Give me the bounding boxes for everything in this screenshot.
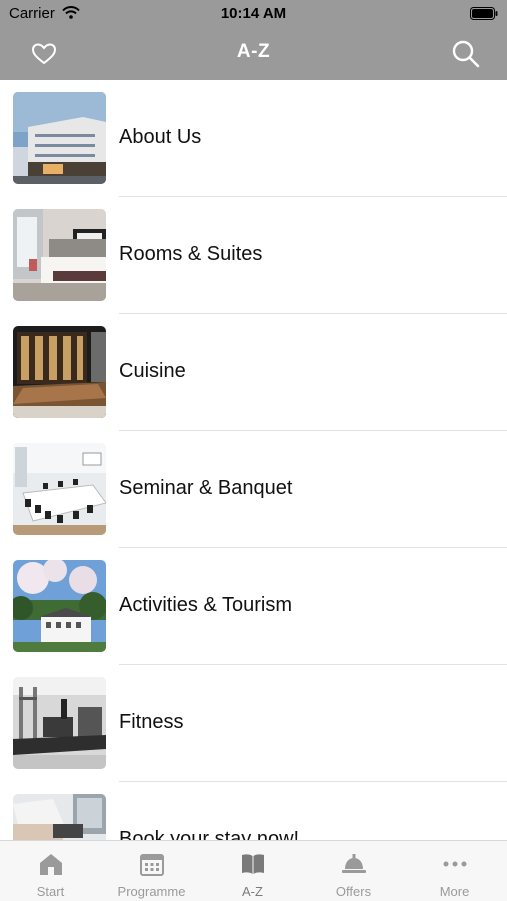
tab-offers[interactable]: Offers [303, 841, 404, 901]
hotel-exterior-image [13, 92, 106, 184]
list-item-seminar-banquet[interactable]: Seminar & Banquet [0, 431, 507, 548]
list-item-about-us[interactable]: About Us [0, 80, 507, 197]
tab-label: A-Z [242, 884, 263, 899]
conference-room-image [13, 443, 106, 535]
booking-image [13, 794, 106, 840]
tab-more[interactable]: More [404, 841, 505, 901]
tab-label: More [439, 884, 470, 899]
restaurant-image [13, 326, 106, 418]
list-item-activities-tourism[interactable]: Activities & Tourism [0, 548, 507, 665]
clock: 10:14 AM [220, 5, 287, 22]
list-item-cuisine[interactable]: Cuisine [0, 314, 507, 431]
list-item-label: Rooms & Suites [119, 243, 263, 265]
tab-a-z[interactable]: A-Z [202, 841, 303, 901]
az-list: About Us Rooms & Suites Cuisine Seminar … [0, 80, 507, 840]
list-item-label: About Us [119, 126, 202, 148]
list-item-label: Book your stay now! [119, 828, 300, 840]
status-bar: Carrier 10:14 AM [0, 0, 507, 28]
list-item-rooms-suites[interactable]: Rooms & Suites [0, 197, 507, 314]
tab-programme[interactable]: Programme [101, 841, 202, 901]
tab-start[interactable]: Start [0, 841, 101, 901]
navigation-bar: A-Z [0, 28, 507, 80]
tab-label: Start [36, 884, 65, 899]
page-title: A-Z [236, 41, 271, 62]
tab-label: Programme [117, 884, 186, 899]
list-item-label: Fitness [119, 711, 184, 733]
gym-image [13, 677, 106, 769]
list-item-fitness[interactable]: Fitness [0, 665, 507, 782]
tab-bar: Start Programme A-Z Offers More [0, 840, 507, 901]
list-item-book-your-stay[interactable]: Book your stay now! [0, 782, 507, 840]
list-item-label: Cuisine [119, 360, 186, 382]
list-item-label: Activities & Tourism [119, 594, 293, 616]
blossom-villa-image [13, 560, 106, 652]
hotel-room-image [13, 209, 106, 301]
tab-label: Offers [335, 884, 372, 899]
list-item-label: Seminar & Banquet [119, 477, 293, 499]
search-icon[interactable] [451, 39, 481, 69]
battery-icon [470, 7, 498, 24]
